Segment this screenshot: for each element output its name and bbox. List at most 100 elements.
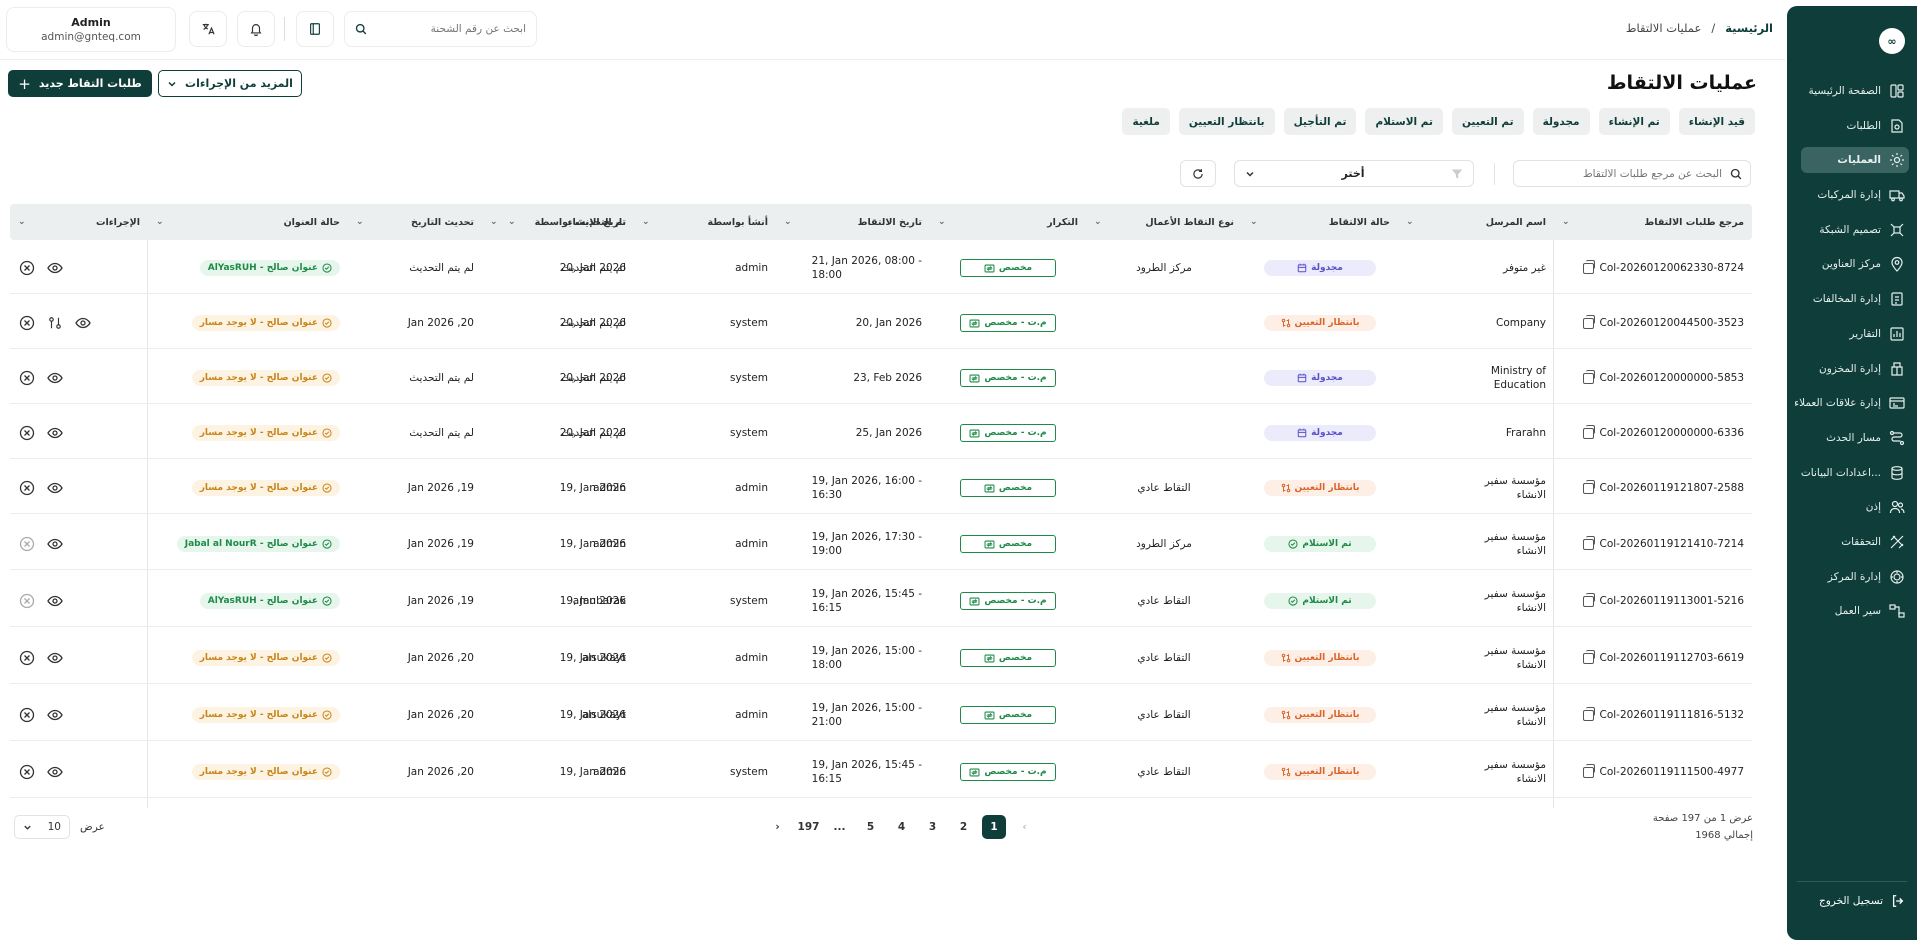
- sidebar-item-location[interactable]: مركز العناوين: [1801, 251, 1909, 277]
- breadcrumb-home[interactable]: الرئيسية: [1725, 21, 1773, 35]
- refresh-button[interactable]: [1180, 160, 1216, 187]
- cancel-button[interactable]: [18, 649, 36, 667]
- notifications-button[interactable]: [237, 11, 275, 47]
- table-row[interactable]: Col-20260119113001-5216 مؤسسة سفير الانشا…: [10, 575, 1752, 627]
- cancel-button[interactable]: [18, 314, 36, 332]
- sidebar-item-event-route[interactable]: مسار الحدث: [1801, 425, 1909, 451]
- cancel-button[interactable]: [18, 706, 36, 724]
- pickup-ref-search[interactable]: [1513, 160, 1751, 187]
- copy-icon[interactable]: [1582, 314, 1595, 329]
- column-header[interactable]: أنشأ بواسطة ⌄: [634, 204, 776, 240]
- sidebar-item-crm[interactable]: إدارة علاقات العملاء: [1794, 390, 1909, 416]
- copy-icon[interactable]: [1582, 649, 1595, 664]
- user-menu[interactable]: Admin admin@gnteq.com: [6, 7, 176, 52]
- table-row[interactable]: Col-20260120000000-5853 Ministry of Educa…: [10, 352, 1752, 404]
- view-button[interactable]: [74, 314, 92, 332]
- sidebar-item-operations[interactable]: العمليات: [1801, 147, 1909, 174]
- prev-page-button[interactable]: ‹: [1009, 815, 1040, 839]
- page-button[interactable]: 4: [886, 815, 917, 839]
- status-tab[interactable]: تم الإنشاء: [1598, 108, 1670, 135]
- page-button[interactable]: 197: [793, 815, 824, 839]
- column-header[interactable]: الإجراءات ⌄: [10, 204, 148, 240]
- copy-icon[interactable]: [1582, 763, 1595, 778]
- copy-icon[interactable]: [1582, 259, 1595, 274]
- status-tab[interactable]: مجدولة: [1532, 108, 1590, 135]
- sidebar-item-violations[interactable]: إدارة المخالفات: [1801, 286, 1909, 312]
- sidebar-item-workflow[interactable]: سير العمل: [1801, 598, 1909, 624]
- page-button[interactable]: 3: [917, 815, 948, 839]
- status-tab[interactable]: قيد الإنشاء: [1678, 108, 1755, 135]
- cancel-button[interactable]: [18, 479, 36, 497]
- copy-icon[interactable]: [1582, 479, 1595, 494]
- page-button[interactable]: 1: [982, 815, 1006, 839]
- status-tab[interactable]: ملغية: [1122, 108, 1170, 135]
- status-tab[interactable]: تم الاستلام: [1365, 108, 1443, 135]
- page-button[interactable]: 2: [948, 815, 979, 839]
- column-header[interactable]: نوع التقاط الأعمال ⌄: [1086, 204, 1242, 240]
- sidebar-item-permissions[interactable]: إذن: [1801, 494, 1909, 520]
- table-row[interactable]: Col-20260120044500-3523 Company بانتظار ال…: [10, 297, 1752, 349]
- view-button[interactable]: [46, 535, 64, 553]
- new-pickup-request-button[interactable]: + طلبات التقاط جديد: [8, 70, 152, 97]
- view-button[interactable]: [46, 424, 64, 442]
- cancel-button[interactable]: [18, 369, 36, 387]
- table-row[interactable]: Col-20260120000000-6336 Frarahn مجدولة م.ت …: [10, 407, 1752, 459]
- app-logo[interactable]: ∞: [1879, 28, 1905, 54]
- column-header[interactable]: مرجع طلبات الالتقاط ⌄: [1554, 204, 1752, 240]
- per-page-select[interactable]: 10: [14, 815, 70, 839]
- copy-icon[interactable]: [1582, 535, 1595, 550]
- view-button[interactable]: [46, 479, 64, 497]
- cancel-button[interactable]: [18, 535, 36, 553]
- copy-icon[interactable]: [1582, 369, 1595, 384]
- language-button[interactable]: [189, 11, 227, 47]
- sidebar-item-orders[interactable]: الطلبات: [1801, 113, 1909, 139]
- status-tab[interactable]: بانتظار التعيين: [1178, 108, 1275, 135]
- next-page-button[interactable]: ›: [762, 815, 793, 839]
- view-button[interactable]: [46, 592, 64, 610]
- status-tab[interactable]: تم التأجيل: [1283, 108, 1357, 135]
- view-button[interactable]: [46, 259, 64, 277]
- table-row[interactable]: Col-20260119111816-5132 مؤسسة سفير الانشا…: [10, 689, 1752, 741]
- copy-icon[interactable]: [1582, 592, 1595, 607]
- shipment-search-input[interactable]: [376, 23, 526, 35]
- cancel-button[interactable]: [18, 424, 36, 442]
- more-actions-button[interactable]: المزيد من الإجراءات: [158, 70, 302, 97]
- column-header[interactable]: تم التحديث بواسطة ⌄: [482, 204, 634, 240]
- view-button[interactable]: [46, 649, 64, 667]
- cancel-button[interactable]: [18, 592, 36, 610]
- sidebar-item-reports[interactable]: التقارير: [1801, 321, 1909, 347]
- column-header[interactable]: التكرار ⌄: [930, 204, 1086, 240]
- assign-button[interactable]: [46, 314, 64, 332]
- sidebar-item-center[interactable]: إدارة المركز: [1801, 564, 1909, 590]
- column-header[interactable]: حالة العنوان ⌄: [148, 204, 348, 240]
- copy-icon[interactable]: [1582, 424, 1595, 439]
- cancel-button[interactable]: [18, 763, 36, 781]
- sidebar-item-validations[interactable]: التحققات: [1801, 529, 1909, 555]
- pickup-ref-search-input[interactable]: [1522, 167, 1722, 180]
- table-row[interactable]: Col-20260119111500-4977 مؤسسة سفير الانشا…: [10, 746, 1752, 798]
- column-header[interactable]: تحديث التاريخ ⌄: [348, 204, 482, 240]
- table-row[interactable]: Col-20260119112703-6619 مؤسسة سفير الانشا…: [10, 632, 1752, 684]
- column-header[interactable]: تاريخ الالتقاط ⌄: [776, 204, 930, 240]
- sidebar-item-inventory[interactable]: إدارة المخزون: [1801, 356, 1909, 382]
- table-row[interactable]: Col-20260119121410-7214 مؤسسة سفير الانشا…: [10, 518, 1752, 570]
- column-header[interactable]: حالة الالتقاط ⌄: [1242, 204, 1398, 240]
- sidebar-item-network[interactable]: تصميم الشبكة: [1801, 217, 1909, 243]
- shipment-search[interactable]: [344, 11, 537, 47]
- column-header[interactable]: اسم المرسل ⌄: [1398, 204, 1554, 240]
- book-button[interactable]: [296, 11, 334, 47]
- logout-button[interactable]: تسجيل الخروج: [1801, 888, 1909, 914]
- status-tab[interactable]: تم التعيين: [1451, 108, 1524, 135]
- view-button[interactable]: [46, 706, 64, 724]
- sidebar-item-truck[interactable]: إدارة المركبات: [1801, 182, 1909, 208]
- page-button[interactable]: 5: [855, 815, 886, 839]
- table-row[interactable]: Col-20260119121807-2588 مؤسسة سفير الانشا…: [10, 462, 1752, 514]
- cancel-button[interactable]: [18, 259, 36, 277]
- table-row[interactable]: Col-20260120062330-8724 غير متوفر مجدولة مر…: [10, 242, 1752, 294]
- filter-select[interactable]: أختر: [1234, 160, 1474, 187]
- copy-icon[interactable]: [1582, 706, 1595, 721]
- view-button[interactable]: [46, 763, 64, 781]
- view-button[interactable]: [46, 369, 64, 387]
- sidebar-item-dashboard[interactable]: الصفحة الرئيسية: [1801, 78, 1909, 104]
- sidebar-item-database[interactable]: اعدادات البيانات...: [1801, 460, 1909, 486]
